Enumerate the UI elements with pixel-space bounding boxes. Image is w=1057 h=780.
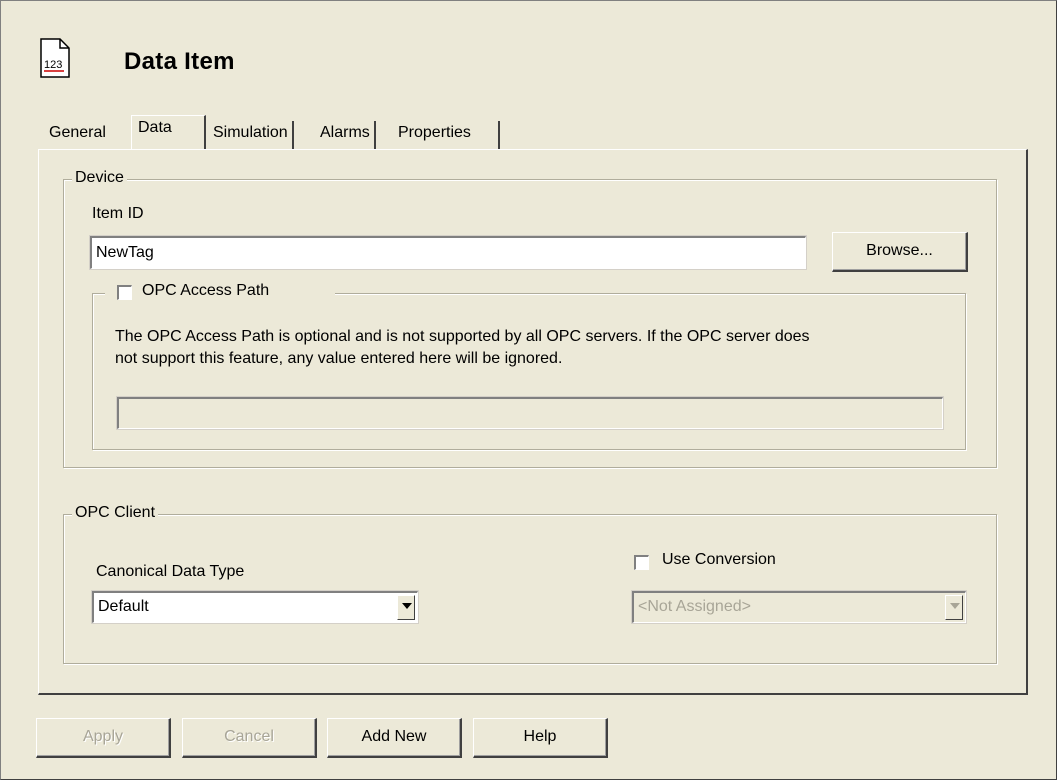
icon-text: 123 <box>44 59 62 71</box>
access-path-header: OPC Access Path <box>105 282 335 304</box>
device-group: Device Item ID Browse... OPC Access Path… <box>63 169 997 468</box>
access-path-description-line2: not support this feature, any value ente… <box>115 350 563 367</box>
item-id-label: Item ID <box>92 205 144 222</box>
use-conversion-checkbox[interactable] <box>634 555 649 570</box>
tab-data[interactable]: Data <box>131 115 206 149</box>
tab-general[interactable]: General <box>43 121 110 149</box>
conversion-select[interactable]: <Not Assigned> <box>631 590 967 624</box>
item-id-input[interactable] <box>89 235 807 270</box>
conversion-value: <Not Assigned> <box>638 598 751 615</box>
chevron-down-icon[interactable] <box>945 595 963 620</box>
opc-client-legend: OPC Client <box>72 504 159 522</box>
tab-alarms[interactable]: Alarms <box>314 121 376 149</box>
chevron-down-icon[interactable] <box>397 595 415 620</box>
canonical-data-type-select[interactable]: Default <box>91 590 419 624</box>
help-button[interactable]: Help <box>473 718 608 758</box>
access-path-input[interactable] <box>116 396 944 430</box>
browse-button[interactable]: Browse... <box>832 232 968 272</box>
canonical-data-type-value: Default <box>98 598 149 615</box>
number-document-icon: 123 <box>40 38 70 78</box>
page-title: Data Item <box>124 48 235 75</box>
tab-panel-data: Device Item ID Browse... OPC Access Path… <box>38 149 1028 695</box>
opc-client-group: OPC Client Canonical Data Type Default U… <box>63 504 997 664</box>
device-legend: Device <box>72 169 127 187</box>
access-path-label: OPC Access Path <box>142 282 270 299</box>
add-new-button[interactable]: Add New <box>327 718 462 758</box>
tab-simulation[interactable]: Simulation <box>207 121 294 149</box>
access-path-group: OPC Access Path The OPC Access Path is o… <box>92 282 966 450</box>
apply-button[interactable]: Apply <box>36 718 171 758</box>
access-path-description-line1: The OPC Access Path is optional and is n… <box>115 328 810 345</box>
canonical-data-type-label: Canonical Data Type <box>96 563 245 580</box>
use-conversion-label: Use Conversion <box>662 551 776 568</box>
cancel-button[interactable]: Cancel <box>182 718 317 758</box>
tab-properties[interactable]: Properties <box>392 121 500 149</box>
access-path-checkbox[interactable] <box>117 285 132 300</box>
